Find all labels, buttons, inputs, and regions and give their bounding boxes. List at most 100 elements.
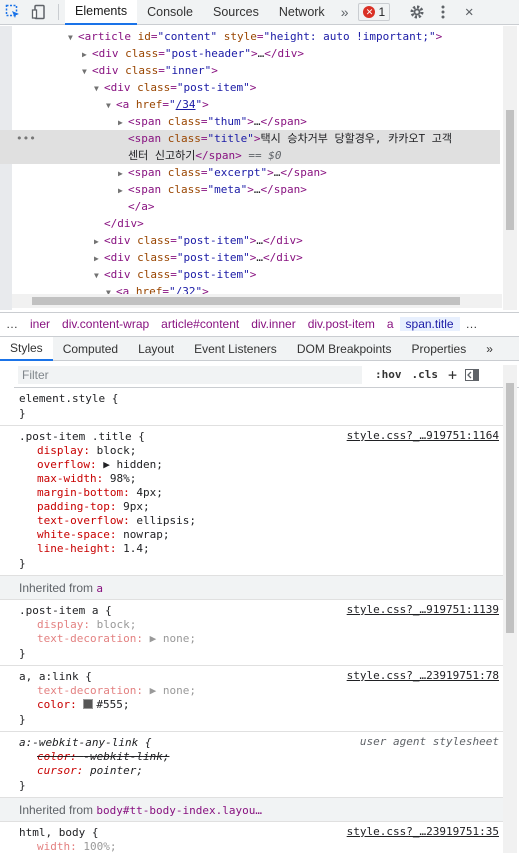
property-width[interactable]: width: 100%; xyxy=(19,840,503,853)
dom-node[interactable]: ▼ <div class="inner"> xyxy=(0,62,500,79)
scrollbar-thumb[interactable] xyxy=(506,110,514,230)
rule-html-body: style.css?_…23919751:35 html, body { wid… xyxy=(0,822,503,853)
property-text-overflow[interactable]: text-overflow: ellipsis; xyxy=(19,514,503,528)
tab-sources[interactable]: Sources xyxy=(203,0,269,25)
rule-close-brace: } xyxy=(19,779,26,792)
property-line-height[interactable]: line-height: 1.4; xyxy=(19,542,503,556)
dom-tree-horizontal-scrollbar[interactable] xyxy=(12,294,502,308)
inherited-from-header: Inherited from body#tt-body-index.layou… xyxy=(0,798,503,822)
expand-triangle-icon[interactable]: ▼ xyxy=(68,29,78,46)
tab-event-listeners[interactable]: Event Listeners xyxy=(184,337,287,361)
inherited-label: Inherited from xyxy=(19,803,94,817)
breadcrumb-overflow-right[interactable]: … xyxy=(460,317,484,331)
collapse-triangle-icon[interactable]: ▶ xyxy=(118,114,128,131)
tab-computed[interactable]: Computed xyxy=(53,337,128,361)
breadcrumb-item[interactable]: div.post-item xyxy=(302,317,381,331)
rule-source-link[interactable]: style.css?_…23919751:35 xyxy=(347,825,499,838)
tab-styles[interactable]: Styles xyxy=(0,336,53,361)
scrollbar-thumb[interactable] xyxy=(506,383,514,633)
inherited-element-link[interactable]: a xyxy=(96,582,103,595)
device-toolbar-icon[interactable] xyxy=(26,0,52,24)
property-text-decoration[interactable]: text-decoration: ▶ none; xyxy=(19,684,503,698)
devtools-toolbar: Elements Console Sources Network » ✕ 1 ✕ xyxy=(0,0,519,25)
tab-dom-breakpoints[interactable]: DOM Breakpoints xyxy=(287,337,402,361)
dom-node[interactable]: ▶ <span class="thum">…</span> xyxy=(0,113,500,130)
close-devtools-icon[interactable]: ✕ xyxy=(456,0,482,24)
collapse-triangle-icon[interactable]: ▶ xyxy=(118,165,128,182)
new-style-rule-button[interactable]: + xyxy=(443,366,462,384)
error-counter-button[interactable]: ✕ 1 xyxy=(358,3,391,21)
property-display[interactable]: display: block; xyxy=(19,618,503,632)
toggle-sidebar-icon[interactable] xyxy=(462,363,482,387)
dom-node[interactable]: ▶ <div class="post-header">…</div> xyxy=(0,45,500,62)
breadcrumb-item-current[interactable]: span.title xyxy=(399,316,460,331)
dom-node[interactable]: ▼ <div class="post-item"> xyxy=(0,79,500,96)
collapse-triangle-icon[interactable]: ▶ xyxy=(82,46,92,63)
expand-triangle-icon[interactable]: ▼ xyxy=(94,267,104,284)
error-count: 1 xyxy=(378,5,386,19)
property-display[interactable]: display: block; xyxy=(19,444,503,458)
expand-triangle-icon[interactable]: ▼ xyxy=(94,80,104,97)
dom-node[interactable]: ▼ <article id="content" style="height: au… xyxy=(0,28,500,45)
settings-gear-icon[interactable] xyxy=(404,0,430,24)
rule-selector[interactable]: element.style { xyxy=(19,391,503,406)
property-padding-top[interactable]: padding-top: 9px; xyxy=(19,500,503,514)
more-subtabs-button[interactable]: » xyxy=(476,337,503,361)
dom-node-markup: <div class="post-item">…</div> xyxy=(104,251,303,264)
tab-layout[interactable]: Layout xyxy=(128,337,184,361)
breadcrumb-item[interactable]: div.inner xyxy=(245,317,301,331)
breadcrumb-item[interactable]: div.content-wrap xyxy=(56,317,155,331)
rule-source-link[interactable]: style.css?_…919751:1139 xyxy=(347,603,499,616)
color-swatch[interactable] xyxy=(83,699,94,709)
breadcrumb-overflow-left[interactable]: … xyxy=(0,317,24,331)
collapse-triangle-icon[interactable]: ▶ xyxy=(94,250,104,267)
property-overflow[interactable]: overflow: ▶ hidden; xyxy=(19,458,503,472)
collapse-triangle-icon[interactable]: ▶ xyxy=(94,233,104,250)
hover-state-toggle[interactable]: :hov xyxy=(370,368,407,381)
scrollbar-thumb[interactable] xyxy=(32,297,460,305)
property-cursor: cursor: pointer; xyxy=(37,764,143,777)
class-toggle[interactable]: .cls xyxy=(407,368,444,381)
rule-source-link[interactable]: style.css?_…919751:1164 xyxy=(347,429,499,442)
styles-subtabs: Styles Computed Layout Event Listeners D… xyxy=(0,336,519,361)
expand-triangle-icon[interactable]: ▼ xyxy=(106,97,116,114)
dom-node[interactable]: ▶ <div class="post-item">…</div> xyxy=(0,249,500,266)
property-text-decoration[interactable]: text-decoration: ▶ none; xyxy=(19,632,503,646)
dom-node-selected[interactable]: 센터 신고하기</span> == $0 xyxy=(0,147,500,164)
breadcrumb-item[interactable]: article#content xyxy=(155,317,245,331)
toolbar-divider xyxy=(58,4,59,20)
property-max-width[interactable]: max-width: 98%; xyxy=(19,472,503,486)
dom-tree-vertical-scrollbar[interactable] xyxy=(503,26,517,310)
tab-console[interactable]: Console xyxy=(137,0,203,25)
collapse-triangle-icon[interactable]: ▶ xyxy=(118,182,128,199)
breadcrumb: … iner div.content-wrap article#content … xyxy=(0,312,519,334)
kebab-menu-icon[interactable] xyxy=(430,0,456,24)
dom-node[interactable]: ▼ <a href="/34"> xyxy=(0,96,500,113)
dom-node-selected[interactable]: <span class="title">택시 승차거부 당할경우, 카카오T 고… xyxy=(0,130,500,147)
rule-source-link[interactable]: style.css?_…23919751:78 xyxy=(347,669,499,682)
styles-filter-input[interactable]: Filter xyxy=(18,365,362,384)
property-white-space[interactable]: white-space: nowrap; xyxy=(19,528,503,542)
breadcrumb-item[interactable]: iner xyxy=(24,317,56,331)
node-actions-icon[interactable]: ••• xyxy=(16,130,36,147)
more-tabs-button[interactable]: » xyxy=(335,4,355,20)
inherited-element-link[interactable]: body#tt-body-index.layou… xyxy=(96,804,262,817)
property-color[interactable]: color: #555; xyxy=(19,698,503,712)
tab-properties[interactable]: Properties xyxy=(402,337,477,361)
dom-node[interactable]: ▼ <div class="post-item"> xyxy=(0,266,500,283)
breadcrumb-item[interactable]: a xyxy=(381,317,400,331)
property-margin-bottom[interactable]: margin-bottom: 4px; xyxy=(19,486,503,500)
dom-node[interactable]: </a> xyxy=(0,198,500,215)
styles-vertical-scrollbar[interactable] xyxy=(503,365,517,853)
dom-node[interactable]: ▶ <div class="post-item">…</div> xyxy=(0,232,500,249)
tab-elements[interactable]: Elements xyxy=(65,0,138,25)
inspect-element-icon[interactable] xyxy=(0,0,26,24)
rule-element-style: element.style { } xyxy=(0,389,503,426)
dom-node-markup: <div class="post-item"> xyxy=(104,268,257,281)
dom-node[interactable]: ▶ <span class="excerpt">…</span> xyxy=(0,164,500,181)
rule-source-label: user agent stylesheet xyxy=(359,735,499,748)
dom-node[interactable]: ▶ <span class="meta">…</span> xyxy=(0,181,500,198)
dom-node[interactable]: </div> xyxy=(0,215,500,232)
tab-network[interactable]: Network xyxy=(269,0,335,25)
expand-triangle-icon[interactable]: ▼ xyxy=(82,63,92,80)
